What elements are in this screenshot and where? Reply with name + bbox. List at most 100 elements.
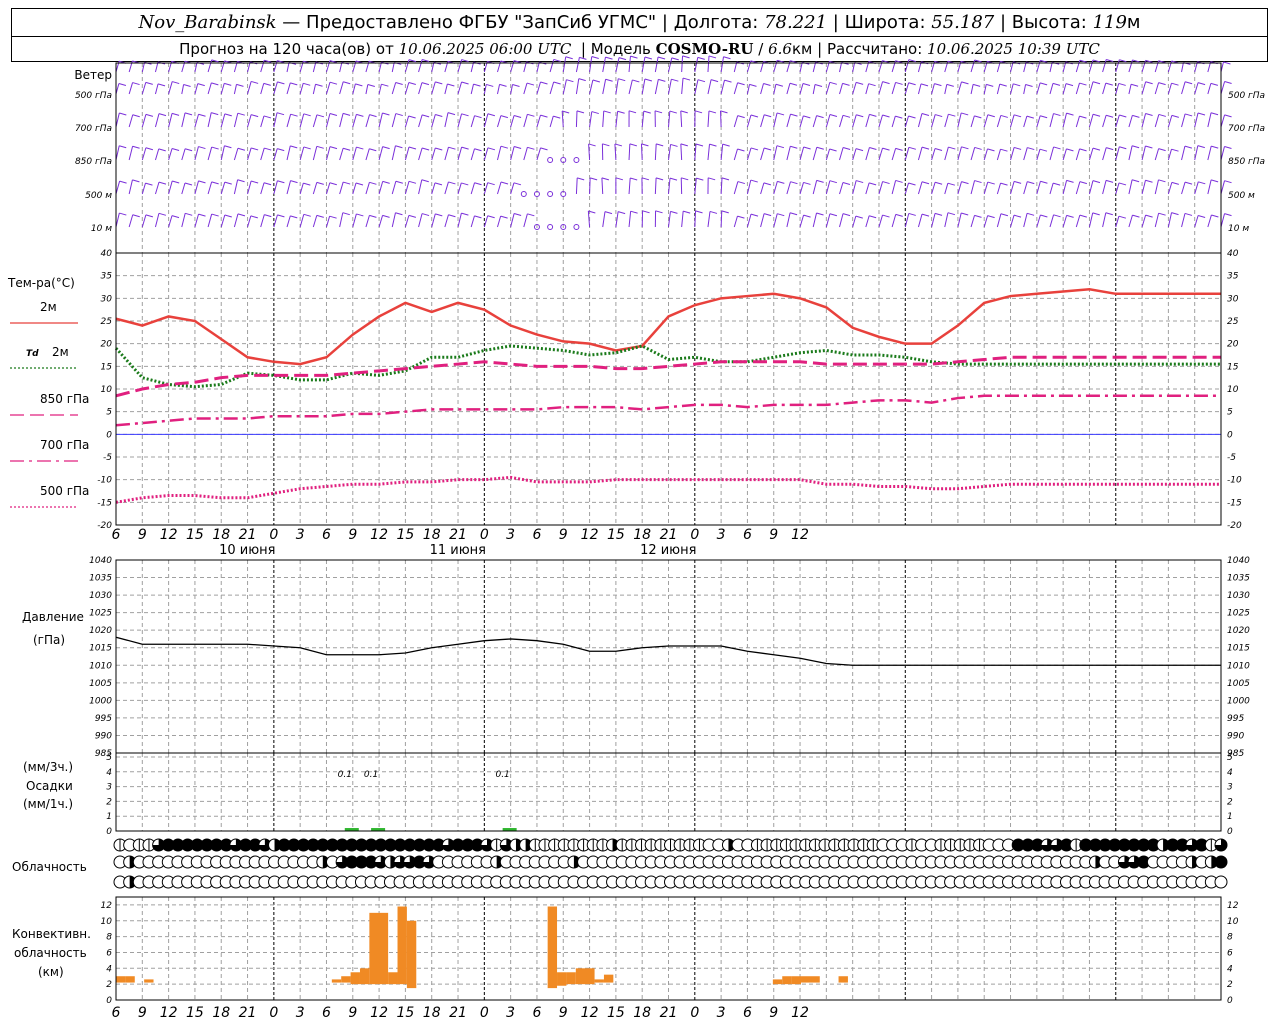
wind-barb-feather xyxy=(157,83,166,87)
wind-barb xyxy=(1167,115,1173,128)
wind-barb-feather xyxy=(1092,113,1101,117)
wind-barb-feather xyxy=(1027,181,1035,185)
wind-barb-feather xyxy=(1053,146,1061,150)
wind-barb-feather xyxy=(1105,82,1113,86)
wind-barb-feather xyxy=(1224,81,1232,85)
wind-barb xyxy=(825,180,831,195)
wind-barb xyxy=(260,83,265,95)
wind-barb xyxy=(970,215,975,228)
temp-y-tick: 20 xyxy=(101,340,113,350)
wind-barb-feather xyxy=(1106,59,1114,63)
wind-barb xyxy=(1181,62,1184,73)
wind-barb xyxy=(891,214,897,228)
wind-barb xyxy=(746,214,752,228)
wind-barb-feather xyxy=(1052,182,1061,186)
wind-barb xyxy=(1141,113,1147,128)
wind-barb xyxy=(1154,213,1160,228)
wind-barb-feather xyxy=(1066,148,1074,152)
wind-barb xyxy=(207,146,213,161)
wind-barb-feather xyxy=(435,213,443,217)
wind-barb-feather xyxy=(1184,212,1193,216)
pressure-y-tick: 1005 xyxy=(89,679,112,689)
wind-barb xyxy=(273,214,278,228)
wind-barb-feather xyxy=(132,145,140,149)
wind-barb xyxy=(286,180,292,195)
wind-barb xyxy=(154,148,160,161)
convective-bar xyxy=(341,976,351,983)
wind-barb-feather xyxy=(777,180,785,184)
wind-barb-feather xyxy=(1145,179,1153,183)
wind-barb-feather xyxy=(776,145,785,149)
wind-barb xyxy=(154,181,160,195)
x-hour-label: 21 xyxy=(449,527,467,543)
wind-barb xyxy=(312,146,318,161)
wind-barb-feather xyxy=(579,56,587,60)
wind-barb xyxy=(247,81,252,95)
wind-barb-feather xyxy=(303,146,311,150)
wind-barb xyxy=(760,213,765,228)
wind-barb-feather xyxy=(777,213,785,217)
wind-barb xyxy=(733,181,739,195)
wind-barb-feather xyxy=(343,81,351,85)
wind-barb-feather xyxy=(185,212,193,216)
wind-barb-feather xyxy=(1131,179,1140,183)
cloud-circle xyxy=(1214,875,1228,889)
wind-barb-feather xyxy=(895,213,903,217)
wind-barb xyxy=(957,181,962,195)
wind-barb-feather xyxy=(290,180,298,184)
wind-barb xyxy=(128,82,134,95)
wind-barb-feather xyxy=(869,146,877,150)
precip-y-tick-right: 5 xyxy=(1227,753,1233,763)
wind-barb xyxy=(247,147,252,161)
wind-barb xyxy=(654,143,657,161)
wind-barb-feather xyxy=(434,182,443,186)
wind-barb-feather xyxy=(211,59,219,63)
wind-barb xyxy=(391,145,396,161)
wind-barb xyxy=(640,143,643,161)
wind-barb-feather xyxy=(855,81,864,85)
wind-level-label-right: 700 гПа xyxy=(1228,124,1265,134)
wind-barb-feather xyxy=(641,177,650,181)
wind-barb-feather xyxy=(290,82,298,86)
wind-barb xyxy=(891,115,896,128)
pressure-y-tick-right: 995 xyxy=(1227,714,1244,724)
wind-barb xyxy=(681,211,684,228)
wind-barb xyxy=(339,113,344,128)
wind-barb-feather xyxy=(329,215,337,219)
wind-barb xyxy=(614,143,617,161)
wind-barb-feather xyxy=(657,56,666,60)
x-hour-label-bottom: 18 xyxy=(212,1005,230,1021)
wind-barb-feather xyxy=(224,214,232,218)
wind-barb xyxy=(523,147,528,161)
wind-barb-feather xyxy=(921,113,930,116)
wind-barb xyxy=(733,215,738,228)
convective-bar xyxy=(772,979,783,985)
x-hour-label: 12 xyxy=(160,527,178,543)
wind-barb-feather xyxy=(316,145,324,149)
wind-barb xyxy=(128,179,133,195)
convective-bar xyxy=(801,976,820,983)
wind-barb xyxy=(1181,182,1186,195)
wind-barb-feather xyxy=(435,81,443,85)
wind-barb xyxy=(181,112,186,128)
legend-label-t2m: 2м xyxy=(40,300,57,314)
wind-barb xyxy=(680,143,683,161)
x-hour-label-bottom: 9 xyxy=(559,1005,568,1021)
wind-barb xyxy=(233,179,239,195)
wind-barb-feather xyxy=(1210,82,1219,86)
wind-barb xyxy=(694,79,699,95)
wind-barb-feather xyxy=(789,212,798,216)
wind-barb xyxy=(1075,60,1081,73)
wind-barb-feather xyxy=(290,113,298,117)
wind-barb-feather xyxy=(1066,214,1074,218)
x-hour-label-bottom: 15 xyxy=(607,1005,625,1021)
wind-barb xyxy=(220,113,226,128)
wind-barb-feather xyxy=(669,177,678,181)
wind-barb xyxy=(431,81,436,95)
wind-barb-feather xyxy=(803,115,811,119)
wind-barb xyxy=(852,114,857,128)
wind-barb xyxy=(141,147,147,161)
wind-barb xyxy=(391,82,397,95)
wind-barb xyxy=(917,147,923,161)
wind-barb-feather xyxy=(1079,59,1087,63)
